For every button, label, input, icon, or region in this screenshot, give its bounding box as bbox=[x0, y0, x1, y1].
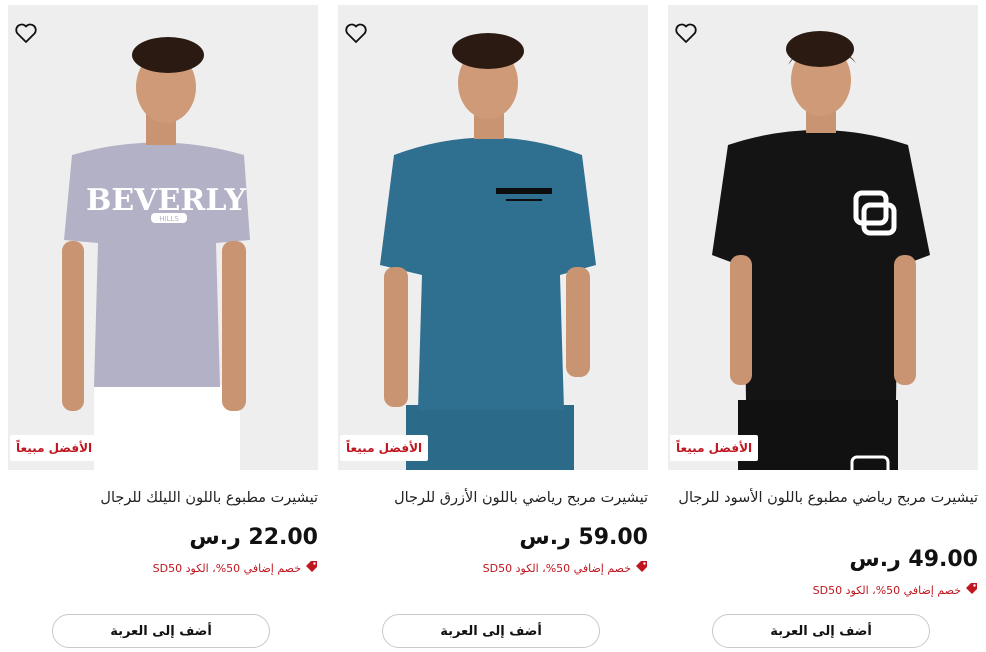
product-grid: الأفضل مبيعاً تيشيرت مربح رياضي مطبوع با… bbox=[0, 0, 986, 652]
shirt-print-subtext: HILLS bbox=[159, 215, 179, 223]
product-price: 49.00 ر.س bbox=[849, 547, 978, 572]
promo-code: خصم إضافي 50%، الكود SD50 bbox=[483, 560, 648, 578]
product-card[interactable]: BEVERLY HILLS الأفضل مبيعاً تيشيرت مطبوع… bbox=[8, 5, 318, 650]
promo-text: خصم إضافي 50%، الكود SD50 bbox=[812, 584, 961, 597]
model-photo bbox=[380, 33, 596, 470]
product-card[interactable]: الأفضل مبيعاً تيشيرت مربح رياضي مطبوع با… bbox=[668, 5, 978, 650]
product-price: 59.00 ر.س bbox=[519, 525, 648, 550]
bestseller-badge: الأفضل مبيعاً bbox=[10, 435, 99, 461]
product-price: 22.00 ر.س bbox=[189, 525, 318, 550]
add-to-cart-button[interactable]: أضف إلى العربة bbox=[382, 614, 600, 648]
heart-outline-icon bbox=[675, 23, 697, 43]
shirt-print-text: BEVERLY bbox=[86, 183, 246, 218]
tag-icon bbox=[635, 560, 648, 578]
model-photo: BEVERLY HILLS bbox=[62, 37, 250, 470]
heart-outline-icon bbox=[15, 23, 37, 43]
promo-text: خصم إضافي 50%، الكود SD50 bbox=[152, 562, 301, 575]
model-photo bbox=[712, 31, 930, 470]
bestseller-badge: الأفضل مبيعاً bbox=[340, 435, 429, 461]
wishlist-button[interactable] bbox=[672, 19, 700, 47]
product-title[interactable]: تيشيرت مربح رياضي مطبوع باللون الأسود لل… bbox=[678, 487, 978, 510]
tag-icon bbox=[305, 560, 318, 578]
wishlist-button[interactable] bbox=[342, 19, 370, 47]
promo-code: خصم إضافي 50%، الكود SD50 bbox=[813, 582, 978, 600]
product-image[interactable]: BEVERLY HILLS الأفضل مبيعاً bbox=[8, 5, 318, 470]
heart-outline-icon bbox=[345, 23, 367, 43]
product-image[interactable]: الأفضل مبيعاً bbox=[668, 5, 978, 470]
add-to-cart-button[interactable]: أضف إلى العربة bbox=[52, 614, 270, 648]
wishlist-button[interactable] bbox=[12, 19, 40, 47]
product-image[interactable]: الأفضل مبيعاً bbox=[338, 5, 648, 470]
promo-text: خصم إضافي 50%، الكود SD50 bbox=[482, 562, 631, 575]
bestseller-badge: الأفضل مبيعاً bbox=[670, 435, 759, 461]
product-card[interactable]: الأفضل مبيعاً تيشيرت مربح رياضي باللون ا… bbox=[338, 5, 648, 650]
tag-icon bbox=[965, 582, 978, 600]
add-to-cart-button[interactable]: أضف إلى العربة bbox=[712, 614, 930, 648]
promo-code: خصم إضافي 50%، الكود SD50 bbox=[153, 560, 318, 578]
product-title[interactable]: تيشيرت مربح رياضي باللون الأزرق للرجال bbox=[348, 487, 648, 510]
product-title[interactable]: تيشيرت مطبوع باللون الليلك للرجال bbox=[18, 487, 318, 510]
